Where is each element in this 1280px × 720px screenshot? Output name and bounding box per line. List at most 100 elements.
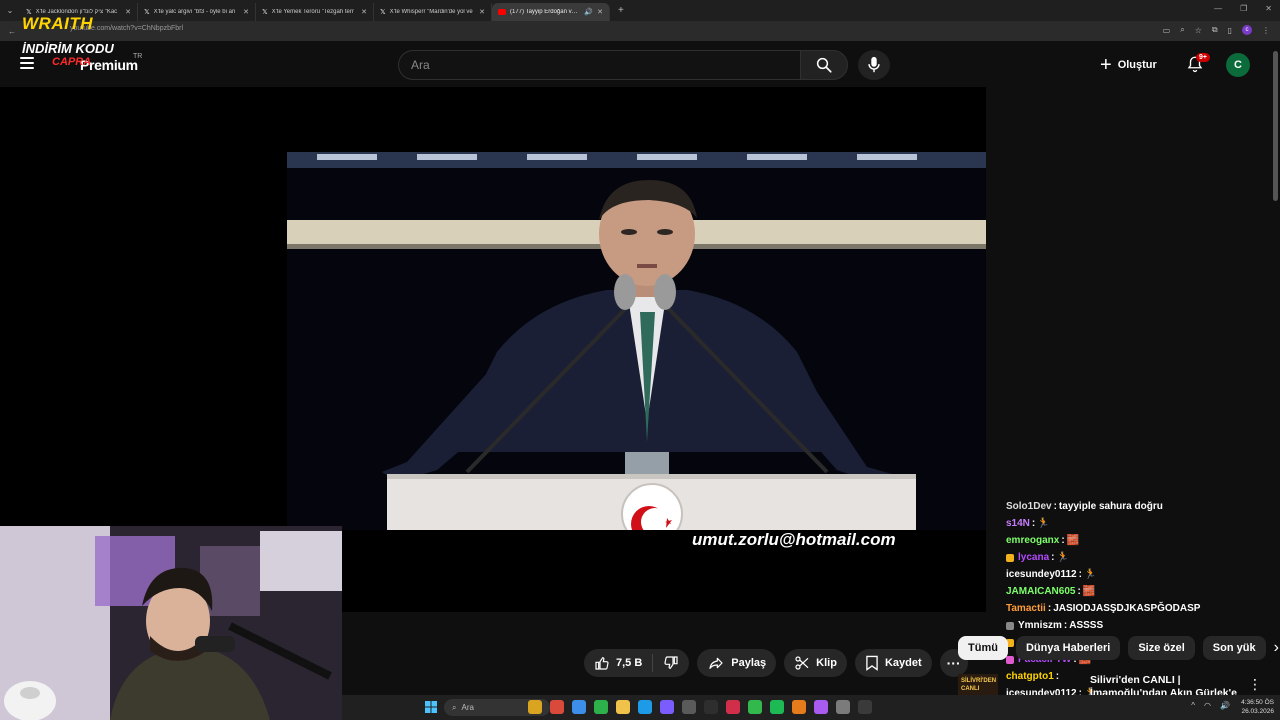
- chevron-up-icon[interactable]: ^: [1191, 701, 1195, 710]
- back-icon[interactable]: ←: [8, 27, 16, 36]
- taskbar-apps: [528, 700, 872, 714]
- chat-username[interactable]: Tamactii: [1006, 603, 1046, 614]
- windows-start-icon[interactable]: [425, 701, 437, 713]
- new-tab-icon[interactable]: +: [618, 5, 624, 16]
- chat-username[interactable]: emreoganx: [1006, 535, 1059, 546]
- video-frame[interactable]: [287, 152, 986, 530]
- browser-tab-2[interactable]: 𝕏 X'te yalc argivi "bf3 - öyle bi an ✕: [138, 3, 256, 21]
- star-icon[interactable]: ☆: [1195, 26, 1202, 35]
- chat-username[interactable]: lycana: [1018, 552, 1049, 563]
- restore-icon[interactable]: ❐: [1240, 4, 1247, 13]
- chevron-right-icon[interactable]: ›: [1274, 639, 1279, 657]
- youtube-header: Premium TR Ara + Oluştur 9+ C: [0, 41, 1280, 87]
- explorer-icon[interactable]: [528, 700, 542, 714]
- twitch-icon[interactable]: [814, 700, 828, 714]
- close-tab-icon[interactable]: ✕: [361, 8, 367, 16]
- close-window-icon[interactable]: ✕: [1265, 4, 1272, 13]
- cast-icon[interactable]: ▭: [1163, 26, 1171, 35]
- chip-all[interactable]: Tümü: [958, 636, 1008, 660]
- chat-separator: :: [1031, 518, 1036, 529]
- region-label: TR: [133, 53, 143, 60]
- chat-separator: :: [1063, 620, 1068, 631]
- whatsapp-icon[interactable]: [748, 700, 762, 714]
- share-button[interactable]: Paylaş: [697, 649, 777, 677]
- x-logo-icon: 𝕏: [380, 9, 386, 16]
- thumbs-down-icon: [664, 656, 678, 669]
- system-tray: ^ ◠ 🔊: [1191, 701, 1230, 710]
- menu-dots-icon[interactable]: ⋮: [1262, 26, 1270, 35]
- extensions-icon[interactable]: ⧉: [1212, 25, 1218, 35]
- page-scrollbar[interactable]: [1273, 51, 1278, 201]
- wifi-icon[interactable]: ◠: [1204, 701, 1211, 710]
- browser-tab-3[interactable]: 𝕏 X'te Yemek Terörü "Tezgah terr ✕: [256, 3, 374, 21]
- search-button[interactable]: [800, 50, 848, 80]
- opera-icon[interactable]: [726, 700, 740, 714]
- chat-username[interactable]: Solo1Dev: [1006, 501, 1052, 512]
- chat-separator: :: [1061, 535, 1065, 546]
- tab-search-icon[interactable]: ⌄: [0, 0, 20, 21]
- discord-icon[interactable]: [660, 700, 674, 714]
- clip-button[interactable]: Klip: [784, 649, 847, 677]
- chrome-icon[interactable]: [594, 700, 608, 714]
- settings-icon[interactable]: [836, 700, 850, 714]
- chat-text: JASIODJASŞDJKASPĞODASP: [1053, 603, 1201, 614]
- chat-username[interactable]: icesundey0112: [1006, 569, 1077, 580]
- clock-date: 26.03.2026: [1241, 708, 1274, 715]
- taskbar-clock[interactable]: 4:36:50 ÖS 26.03.2026: [1241, 698, 1274, 716]
- chip-recent[interactable]: Son yük: [1202, 636, 1266, 660]
- create-label: Oluştur: [1117, 59, 1157, 71]
- speaker-icon[interactable]: 🔊: [584, 8, 593, 16]
- x-logo-icon: 𝕏: [144, 9, 150, 16]
- obs-icon[interactable]: [792, 700, 806, 714]
- chat-message: JAMAICAN605 : 🧱: [1006, 583, 1274, 600]
- search-icon: [816, 57, 832, 73]
- create-button[interactable]: + Oluştur: [1100, 53, 1157, 77]
- epic-games-icon[interactable]: [704, 700, 718, 714]
- teams-icon[interactable]: [638, 700, 652, 714]
- plus-icon: +: [1100, 54, 1112, 76]
- like-button[interactable]: 7,5 B: [584, 649, 652, 677]
- chat-text: ASSSS: [1069, 620, 1104, 631]
- hamburger-menu-icon[interactable]: [20, 57, 34, 69]
- address-bar: ← youtube.com/watch?v=ChNbpzbFbrl ▭ ⌕ ☆ …: [0, 21, 1280, 41]
- chat-separator: :: [1077, 586, 1081, 597]
- chat-username[interactable]: s14N: [1006, 518, 1030, 529]
- sidebar-icon[interactable]: ▯: [1228, 26, 1232, 35]
- profile-icon[interactable]: c: [1242, 25, 1252, 35]
- browser-tab-youtube[interactable]: (177) Tayyip Erdoğan vaaz 🔊 ✕: [492, 3, 610, 21]
- save-button[interactable]: Kaydet: [854, 649, 932, 677]
- terminal-icon[interactable]: [858, 700, 872, 714]
- search-icon: ⌕: [452, 702, 457, 712]
- notification-badge: 9+: [1196, 53, 1210, 62]
- tab-title: X'te Yemek Terörü "Tezgah terr: [271, 9, 354, 15]
- close-tab-icon[interactable]: ✕: [597, 8, 603, 16]
- spotify-icon[interactable]: [770, 700, 784, 714]
- edge-icon[interactable]: [572, 700, 586, 714]
- chat-text: tayyiple sahura doğru: [1058, 501, 1163, 512]
- close-tab-icon[interactable]: ✕: [479, 8, 485, 16]
- chip-world-news[interactable]: Dünya Haberleri: [1015, 636, 1121, 660]
- minimize-icon[interactable]: —: [1214, 4, 1222, 13]
- chat-username[interactable]: Ymniszm: [1018, 620, 1062, 631]
- tab-title: X'te Whisperr "Mardin'de yol ve: [389, 9, 473, 15]
- folder-icon[interactable]: [616, 700, 630, 714]
- chip-for-you[interactable]: Size özel: [1128, 636, 1195, 660]
- chat-message: emreoganx : 🧱: [1006, 532, 1274, 549]
- voice-search-button[interactable]: [858, 50, 890, 80]
- chat-text: 🏃: [1083, 569, 1097, 580]
- search-input[interactable]: Ara: [398, 50, 800, 80]
- store-icon[interactable]: [550, 700, 564, 714]
- avatar[interactable]: C: [1226, 53, 1250, 77]
- scissors-icon: [795, 656, 809, 670]
- close-tab-icon[interactable]: ✕: [243, 8, 249, 16]
- volume-icon[interactable]: 🔊: [1220, 701, 1230, 710]
- zoom-icon[interactable]: ⌕: [1180, 25, 1184, 35]
- youtube-icon: [498, 9, 506, 15]
- dislike-button[interactable]: [653, 649, 689, 677]
- close-tab-icon[interactable]: ✕: [125, 8, 131, 16]
- more-options-icon[interactable]: ⋮: [1248, 676, 1262, 693]
- clip-label: Klip: [816, 657, 837, 669]
- steam-icon[interactable]: [682, 700, 696, 714]
- chat-username[interactable]: JAMAICAN605: [1006, 586, 1075, 597]
- browser-tab-4[interactable]: 𝕏 X'te Whisperr "Mardin'de yol ve ✕: [374, 3, 492, 21]
